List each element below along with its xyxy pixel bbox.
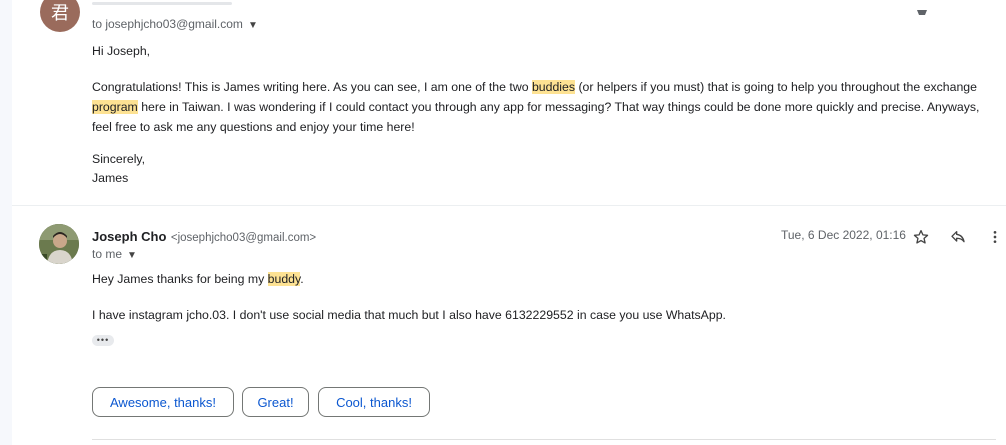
smart-reply-label: Cool, thanks! [336,394,412,410]
reply-box-edge [92,439,996,440]
clipped-header [92,2,232,5]
smart-reply-button[interactable]: Great! [242,387,309,417]
sender-avatar[interactable]: 君 [40,0,80,32]
recipient-line[interactable]: to me ▼ [92,247,137,261]
smart-reply-label: Great! [257,394,294,410]
recipient-line[interactable]: to josephjcho03@gmail.com ▼ [92,17,258,31]
paragraph-text: Congratulations! This is James writing h… [92,80,532,94]
message-paragraph: Congratulations! This is James writing h… [92,77,992,137]
message-line: I have instagram jcho.03. I don't use so… [92,308,726,322]
message-divider [12,205,1006,206]
chevron-down-icon[interactable]: ▼ [127,250,137,261]
smart-reply-button[interactable]: Awesome, thanks! [92,387,234,417]
greeting: Hi Joseph, [92,44,151,58]
search-highlight: buddy [267,272,301,286]
sender-email: <josephjcho03@gmail.com> [170,232,317,244]
smart-reply-button[interactable]: Cool, thanks! [318,387,430,417]
chevron-down-icon[interactable]: ▼ [248,20,258,31]
message-text: Hey James thanks for being my [92,272,268,286]
message-text: . [300,272,304,286]
avatar-letter: 君 [51,3,69,24]
recipient-text: to me [92,247,123,261]
sender-line: Joseph Cho <josephjcho03@gmail.com> [92,228,316,246]
sender-avatar[interactable] [39,224,79,264]
search-highlight: buddies [531,80,576,94]
reply-icon[interactable] [947,226,969,248]
smart-reply-label: Awesome, thanks! [110,394,216,410]
show-trimmed-content-button[interactable]: ••• [92,335,114,346]
signoff: Sincerely, [92,152,146,166]
message-date: Tue, 6 Dec 2022, 01:16 [781,228,906,242]
profile-photo [39,224,79,264]
recipient-text: to josephjcho03@gmail.com [92,17,243,31]
search-highlight: program [92,100,138,114]
star-icon-clipped[interactable] [917,2,927,15]
signature: James [92,171,129,185]
paragraph-text: (or helpers if you must) that is going t… [575,80,977,94]
sender-name[interactable]: Joseph Cho [92,229,166,244]
paragraph-text: here in Taiwan. I was wondering if I cou… [92,100,980,134]
more-vert-icon[interactable] [984,226,1006,248]
ellipsis-icon: ••• [96,335,110,345]
star-icon[interactable] [910,226,932,248]
message-line: Hey James thanks for being my buddy. [92,269,304,289]
email-thread: 君 to josephjcho03@gmail.com ▼ Hi Joseph, … [12,0,1006,445]
